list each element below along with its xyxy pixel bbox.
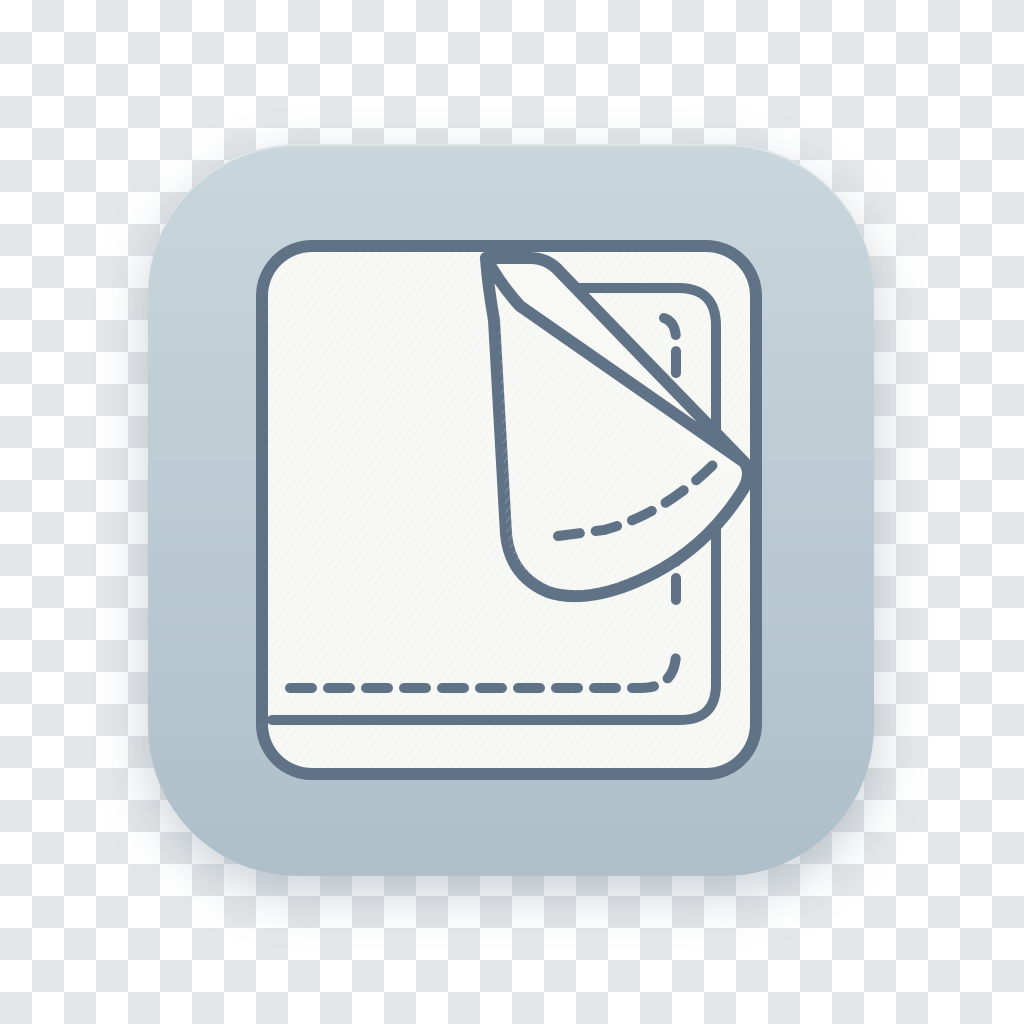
folded-towel-icon	[256, 240, 762, 780]
